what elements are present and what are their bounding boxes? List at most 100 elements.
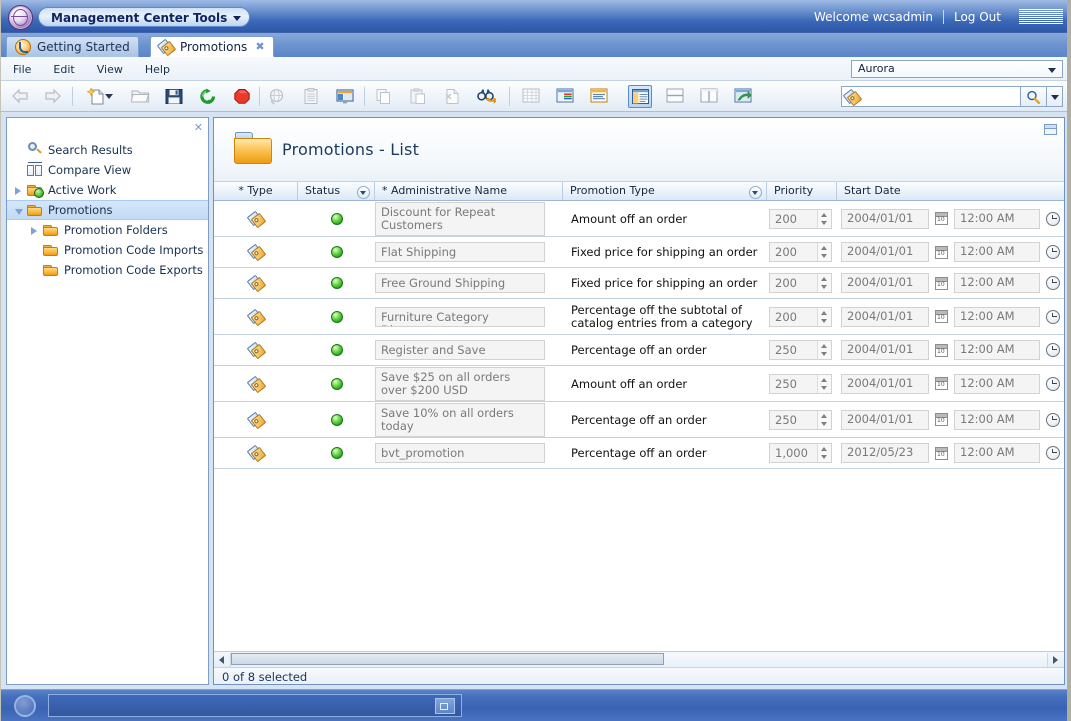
start-time-input[interactable]: 12:00 AM — [954, 306, 1040, 327]
taskbar-window-button[interactable] — [48, 694, 462, 717]
start-date-input[interactable]: 2004/01/01 — [841, 242, 929, 262]
column-header-type[interactable]: * Type — [214, 182, 298, 200]
administrative-name-input[interactable]: Furniture Category Discount — [375, 306, 545, 327]
clock-icon[interactable] — [1046, 343, 1060, 357]
split-horizontal-button[interactable] — [663, 85, 687, 108]
start-time-input[interactable]: 12:00 AM — [954, 373, 1040, 394]
column-header-priority[interactable]: Priority — [767, 182, 837, 200]
column-header-promotion-type[interactable]: Promotion Type — [563, 182, 767, 200]
priority-stepper[interactable]: 250 — [769, 409, 832, 430]
save-button[interactable] — [162, 85, 186, 108]
clock-icon[interactable] — [1046, 211, 1060, 226]
table-row[interactable]: Free Ground Shipping Fixed price for shi… — [214, 268, 1064, 299]
paste-button[interactable] — [406, 85, 430, 108]
priority-stepper[interactable]: 1,000 — [769, 443, 832, 463]
start-date-input[interactable]: 2004/01/01 — [841, 273, 929, 293]
menu-item-file[interactable]: File — [10, 62, 34, 77]
administrative-name-input[interactable]: Free Ground Shipping — [375, 273, 545, 293]
detail-layout-button[interactable] — [587, 85, 611, 108]
column-header-administrative-name[interactable]: * Administrative Name — [375, 182, 563, 200]
table-row[interactable]: Furniture Category Discount Percentage o… — [214, 299, 1064, 335]
priority-stepper[interactable]: 250 — [769, 373, 832, 394]
open-button[interactable] — [128, 85, 152, 108]
scroll-right-icon[interactable] — [1048, 652, 1064, 667]
list-layout-button[interactable] — [553, 85, 577, 108]
start-date-input[interactable]: 2012/05/23 — [841, 443, 929, 463]
calendar-icon[interactable] — [935, 446, 948, 460]
start-time-input[interactable]: 12:00 AM — [954, 208, 1040, 229]
stepper-arrows[interactable] — [817, 243, 831, 261]
app-title-menu[interactable]: Management Center Tools — [38, 7, 251, 27]
tree-list-button[interactable] — [628, 85, 652, 108]
scroll-left-icon[interactable] — [214, 652, 230, 667]
stepper-arrows[interactable] — [817, 410, 831, 429]
search-input[interactable] — [841, 86, 1021, 107]
back-button[interactable] — [8, 85, 32, 108]
table-row[interactable]: Save $25 on all orders over $200 USD Amo… — [214, 366, 1064, 402]
administrative-name-input[interactable]: Flat Shipping — [375, 242, 545, 262]
priority-stepper[interactable]: 200 — [769, 208, 832, 229]
start-date-input[interactable]: 2004/01/01 — [841, 340, 929, 360]
stepper-arrows[interactable] — [817, 444, 831, 462]
clock-icon[interactable] — [1046, 412, 1060, 427]
forward-button[interactable] — [40, 85, 64, 108]
chevron-right-icon[interactable] — [15, 187, 21, 195]
stepper-arrows[interactable] — [817, 274, 831, 292]
calendar-icon[interactable] — [935, 212, 948, 225]
tree-item-promotions[interactable]: Promotions — [7, 200, 208, 220]
start-date-input[interactable]: 2004/01/01 — [841, 306, 929, 327]
calendar-icon[interactable] — [935, 377, 948, 390]
tree-item-promotion-code-imports[interactable]: Promotion Code Imports — [7, 240, 208, 260]
table-row[interactable]: bvt_promotion Percentage off an order 1,… — [214, 438, 1064, 469]
sort-menu-icon[interactable] — [357, 186, 370, 199]
start-date-input[interactable]: 2004/01/01 — [841, 409, 929, 430]
calendar-icon[interactable] — [935, 245, 948, 259]
find-replace-button[interactable] — [474, 85, 498, 108]
stepper-arrows[interactable] — [817, 341, 831, 359]
stepper-arrows[interactable] — [817, 209, 831, 228]
table-row[interactable]: Flat Shipping Fixed price for shipping a… — [214, 237, 1064, 268]
copy-button[interactable] — [372, 85, 396, 108]
start-orb-icon[interactable] — [14, 695, 36, 717]
priority-stepper[interactable]: 250 — [769, 340, 832, 360]
stepper-arrows[interactable] — [817, 374, 831, 393]
clock-icon[interactable] — [1046, 309, 1060, 324]
manage-workspace-button[interactable] — [333, 85, 357, 108]
start-time-input[interactable]: 12:00 AM — [954, 242, 1040, 262]
administrative-name-input[interactable]: Discount for Repeat Customers — [375, 201, 545, 236]
search-button[interactable] — [1021, 86, 1047, 107]
search-options-dropdown[interactable] — [1047, 86, 1063, 107]
restore-window-icon[interactable] — [435, 698, 455, 714]
sort-menu-icon[interactable] — [749, 186, 762, 199]
administrative-name-input[interactable]: Save 10% on all orders today — [375, 402, 545, 437]
calendar-icon[interactable] — [935, 310, 948, 323]
administrative-name-input[interactable]: bvt_promotion — [375, 443, 545, 463]
clock-icon[interactable] — [1046, 245, 1060, 259]
tree-item-promotion-folders[interactable]: Promotion Folders — [7, 220, 208, 240]
stepper-arrows[interactable] — [817, 307, 831, 326]
close-icon[interactable]: ✖ — [255, 41, 264, 52]
clock-icon[interactable] — [1046, 376, 1060, 391]
split-vertical-button[interactable] — [697, 85, 721, 108]
calendar-icon[interactable] — [935, 343, 948, 357]
store-select[interactable]: Aurora — [851, 60, 1063, 78]
administrative-name-input[interactable]: Register and Save — [375, 340, 545, 360]
column-header-status[interactable]: Status — [298, 182, 375, 200]
list-view-button[interactable] — [299, 85, 323, 108]
open-external-button[interactable] — [731, 85, 755, 108]
collapse-panel-icon[interactable] — [1044, 124, 1057, 135]
stop-button[interactable] — [230, 85, 254, 108]
delete-button[interactable] — [440, 85, 464, 108]
column-header-start-date[interactable]: Start Date — [837, 182, 1064, 200]
start-time-input[interactable]: 12:00 AM — [954, 340, 1040, 360]
logout-link[interactable]: Log Out — [954, 10, 1001, 24]
calendar-icon[interactable] — [935, 276, 948, 290]
administrative-name-input[interactable]: Save $25 on all orders over $200 USD — [375, 366, 545, 401]
calendar-icon[interactable] — [935, 413, 948, 426]
priority-stepper[interactable]: 200 — [769, 273, 832, 293]
globe-icon[interactable] — [8, 5, 33, 30]
priority-stepper[interactable]: 200 — [769, 242, 832, 262]
priority-stepper[interactable]: 200 — [769, 306, 832, 327]
clock-icon[interactable] — [1046, 446, 1060, 460]
tree-item-search-results[interactable]: Search Results — [7, 140, 208, 160]
